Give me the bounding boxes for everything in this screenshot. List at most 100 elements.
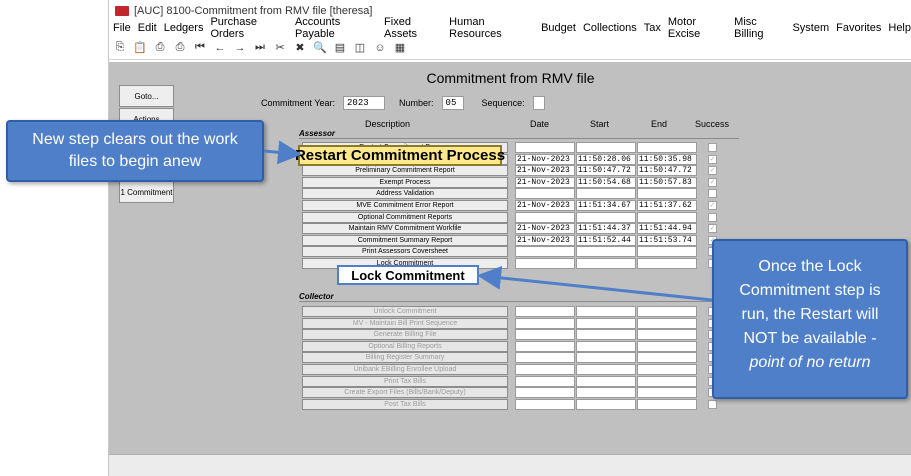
step-end-cell: 11:51:44.94 — [637, 223, 697, 235]
step-button[interactable]: MVE Commitment Error Report — [302, 200, 508, 211]
column-description: Description — [365, 119, 411, 129]
collector-step-button[interactable]: Unibank EBilling Enrollee Upload — [302, 364, 508, 375]
step-date-cell: 21-Nov-2023 — [515, 223, 575, 235]
step-start-cell — [576, 352, 636, 364]
report-icon[interactable]: ▤ — [333, 41, 347, 55]
right-callout: Once the Lock Commitment step is run, th… — [712, 239, 908, 399]
menu-item-tax[interactable]: Tax — [644, 22, 661, 34]
menu-item-misc-billing[interactable]: Misc Billing — [734, 16, 785, 40]
step-date-cell — [515, 340, 575, 352]
commitment-tab-button[interactable]: 1 Commitment — [119, 181, 174, 203]
step-end-cell — [637, 188, 697, 200]
step-end-cell — [637, 246, 697, 258]
step-end-cell — [637, 211, 697, 223]
collector-step-button[interactable]: Print Tax Bills — [302, 375, 508, 387]
step-button[interactable]: Preliminary Commitment Report — [302, 165, 508, 177]
commitment-header: Commitment Year: 2023 Number: 05 Sequenc… — [261, 96, 545, 110]
step-start-cell: 11:51:52.44 — [576, 234, 636, 246]
menu-item-ledgers[interactable]: Ledgers — [164, 22, 204, 34]
step-date-cell — [515, 258, 575, 269]
menu-item-collections[interactable]: Collections — [583, 22, 637, 34]
search-icon[interactable]: 🔍 — [313, 41, 327, 55]
toolbar: ⎘ 📋 ⎙ ⎙ ⏮ ← → ⏭ ✂ ✖ 🔍 ▤ ◫ ☺ ▦ — [109, 36, 911, 60]
step-date-cell: 21-Nov-2023 — [515, 234, 575, 246]
menu-item-favorites[interactable]: Favorites — [836, 22, 881, 34]
menu-item-purchase-orders[interactable]: Purchase Orders — [210, 16, 288, 40]
copy-icon[interactable]: ⎘ — [113, 41, 127, 55]
clear-icon[interactable]: ✂ — [273, 41, 287, 55]
step-start-cell: 11:51:44.37 — [576, 223, 636, 235]
step-end-cell — [637, 258, 697, 269]
step-date-cell — [515, 188, 575, 200]
collector-step-button[interactable]: Optional Billing Reports — [302, 340, 508, 352]
step-button[interactable]: Address Validation — [302, 188, 508, 200]
step-date-cell — [515, 352, 575, 364]
step-button[interactable]: Maintain RMV Commitment Workfile — [302, 223, 508, 235]
collector-step-button[interactable]: Generate Billing File — [302, 329, 508, 341]
step-start-cell — [576, 142, 636, 153]
step-button[interactable]: Print Assessors Coversheet — [302, 246, 508, 258]
success-checkbox: ✓ — [708, 224, 717, 234]
assessor-divider — [299, 138, 739, 139]
paste-icon[interactable]: 📋 — [133, 41, 147, 55]
assessor-section-label: Assessor — [299, 129, 336, 138]
number-label: Number: — [399, 98, 434, 108]
step-date-cell — [515, 317, 575, 329]
collector-step-button[interactable]: Create Export Files (Bills/Bank/Deputy) — [302, 387, 508, 399]
step-button[interactable]: Optional Commitment Reports — [302, 211, 508, 223]
sequence-field[interactable] — [532, 96, 545, 110]
menu-item-edit[interactable]: Edit — [138, 22, 157, 34]
print-preview-icon[interactable]: ⎙ — [173, 41, 187, 55]
success-checkbox — [708, 189, 717, 199]
step-end-cell — [637, 329, 697, 341]
menu-item-human-resources[interactable]: Human Resources — [449, 16, 534, 40]
year-field[interactable]: 2023 — [343, 96, 386, 110]
step-start-cell — [576, 188, 636, 200]
menu-item-budget[interactable]: Budget — [541, 22, 576, 34]
goto-button[interactable]: Goto... — [119, 85, 174, 107]
menu-item-motor-excise[interactable]: Motor Excise — [668, 16, 727, 40]
step-start-cell — [576, 364, 636, 375]
success-checkbox: ✓ — [708, 154, 717, 164]
step-date-cell: 21-Nov-2023 — [515, 176, 575, 188]
form-title: Commitment from RMV file — [426, 70, 595, 86]
collector-step-button[interactable]: Billing Register Summary — [302, 352, 508, 364]
first-record-icon[interactable]: ⏮ — [193, 41, 207, 55]
menu-item-accounts-payable[interactable]: Accounts Payable — [295, 16, 377, 40]
step-button[interactable]: Exempt Process — [302, 176, 508, 188]
collector-section-label: Collector — [299, 292, 334, 301]
step-date-cell — [515, 364, 575, 375]
column-date: Date — [530, 119, 550, 129]
print-icon[interactable]: ⎙ — [153, 41, 167, 55]
chart-icon[interactable]: ▦ — [393, 41, 407, 55]
step-end-cell: 11:50:35.98 — [637, 153, 697, 165]
next-record-icon[interactable]: → — [233, 41, 247, 55]
collector-divider — [299, 301, 739, 302]
window-icon[interactable]: ◫ — [353, 41, 367, 55]
delete-icon[interactable]: ✖ — [293, 41, 307, 55]
menu-item-help[interactable]: Help — [888, 22, 911, 34]
menu-item-fixed-assets[interactable]: Fixed Assets — [384, 16, 442, 40]
restart-highlight[interactable]: Restart Commitment Process — [295, 145, 505, 166]
lock-commitment-highlight[interactable]: Lock Commitment — [337, 265, 479, 285]
step-end-cell — [637, 375, 697, 387]
collector-step-button[interactable]: MV - Maintain Bill Print Sequence — [302, 317, 508, 329]
step-start-cell: 11:51:34.67 — [576, 200, 636, 211]
menu-item-system[interactable]: System — [792, 22, 829, 34]
collector-step-button[interactable]: Post Tax Bills — [302, 398, 508, 410]
app-window: [AUC] 8100-Commitment from RMV file [the… — [108, 0, 911, 476]
step-date-cell — [515, 246, 575, 258]
step-end-cell — [637, 364, 697, 375]
last-record-icon[interactable]: ⏭ — [253, 41, 267, 55]
previous-record-icon[interactable]: ← — [213, 41, 227, 55]
step-start-cell — [576, 306, 636, 317]
number-field[interactable]: 05 — [441, 96, 464, 110]
menu-item-file[interactable]: File — [113, 22, 131, 34]
step-button[interactable]: Commitment Summary Report — [302, 234, 508, 246]
step-start-cell — [576, 340, 636, 352]
collector-step-button[interactable]: Unlock Commitment — [302, 306, 508, 317]
column-start: Start — [590, 119, 610, 129]
users-icon[interactable]: ☺ — [373, 41, 387, 55]
step-end-cell: 11:51:53.74 — [637, 234, 697, 246]
step-start-cell — [576, 329, 636, 341]
